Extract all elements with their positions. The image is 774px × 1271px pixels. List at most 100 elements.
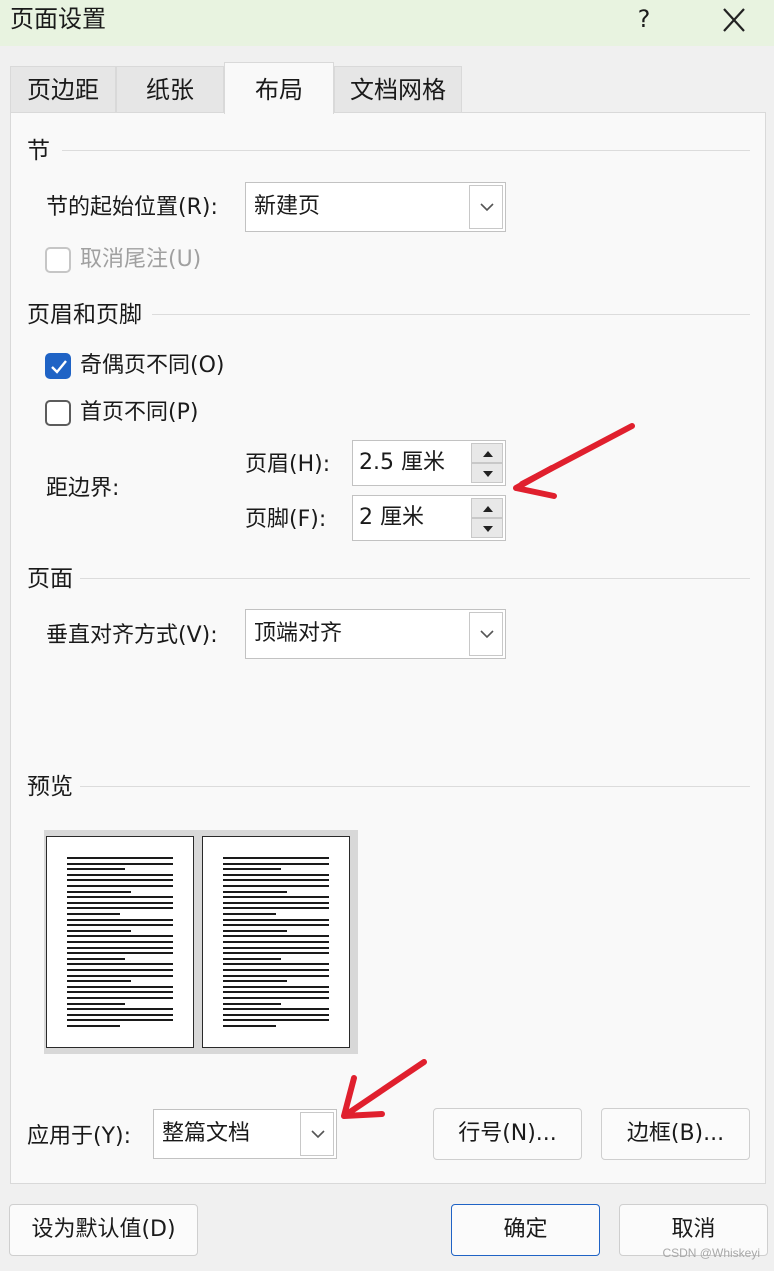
preview-text-line [67, 1025, 120, 1027]
preview-title: 预览 [27, 774, 73, 800]
vertical-align-select[interactable]: 顶端对齐 [245, 609, 506, 659]
preview-text-line [223, 868, 281, 871]
dropdown-button[interactable] [469, 185, 503, 229]
spin-up-button[interactable] [471, 443, 503, 463]
help-button[interactable]: ? [632, 4, 656, 34]
ok-button[interactable]: 确定 [451, 1204, 600, 1256]
preview-text-line [223, 924, 329, 927]
preview-text-line [223, 997, 329, 999]
preview-text-line [223, 885, 329, 887]
footer-distance-value: 2 厘米 [359, 505, 424, 530]
preview-text-line [223, 935, 329, 938]
section-title: 节 [27, 138, 50, 164]
vertical-align-label: 垂直对齐方式(V): [46, 623, 218, 648]
preview-text-line [223, 1002, 281, 1005]
suppress-endnotes-label: 取消尾注(U) [80, 247, 202, 272]
watermark: CSDN @Whiskeyi [662, 1246, 760, 1260]
preview-text-line [67, 868, 125, 871]
preview-text-line [223, 1025, 276, 1027]
preview-page-left [46, 836, 194, 1048]
section-start-value: 新建页 [254, 194, 321, 219]
preview-text-line [67, 941, 173, 943]
preview-text-line [223, 1013, 329, 1016]
line-numbers-button[interactable]: 行号(N)... [433, 1108, 582, 1160]
preview-text-line [67, 907, 173, 910]
preview-text-line [223, 907, 329, 910]
odd-even-checkbox[interactable] [45, 353, 71, 379]
preview-text-line [223, 985, 329, 988]
preview-text-line [67, 957, 125, 960]
preview-text-line [67, 974, 173, 977]
preview-text-line [223, 896, 329, 899]
preview-text-line [223, 1008, 329, 1011]
preview-text-line [67, 924, 173, 927]
window-title: 页面设置 [10, 5, 106, 33]
preview-text-line [223, 857, 329, 859]
preview-text-line [67, 879, 173, 882]
checkmark-icon [51, 360, 67, 374]
preview-text-line [223, 918, 329, 921]
chevron-down-icon [480, 203, 494, 212]
apply-to-value: 整篇文档 [162, 1121, 251, 1146]
preview-text-line [67, 929, 131, 932]
spin-up-button[interactable] [471, 498, 503, 518]
preview-text-line [223, 991, 329, 994]
close-icon [723, 8, 745, 32]
odd-even-label: 奇偶页不同(O) [80, 353, 225, 378]
set-default-button[interactable]: 设为默认值(D) [9, 1204, 198, 1256]
headers-footers-title: 页眉和页脚 [27, 302, 142, 328]
divider [80, 578, 750, 579]
preview-text-line [67, 1019, 173, 1022]
chevron-down-icon [480, 630, 494, 639]
preview-text-line [67, 952, 173, 955]
apply-to-select[interactable]: 整篇文档 [153, 1109, 337, 1159]
borders-button[interactable]: 边框(B)... [601, 1108, 750, 1160]
preview-text-line [67, 918, 173, 921]
section-start-label: 节的起始位置(R): [46, 195, 218, 220]
preview-text-line [67, 963, 173, 966]
section-start-select[interactable]: 新建页 [245, 182, 506, 232]
preview-text-line [67, 1008, 173, 1011]
preview-text-line [67, 1002, 125, 1005]
preview-text-line [67, 985, 173, 988]
tab-layout[interactable]: 布局 [224, 62, 334, 114]
preview-text-line [67, 1013, 173, 1016]
chevron-down-icon [311, 1130, 325, 1139]
preview-text-line [67, 946, 173, 949]
preview-text-line [67, 991, 173, 994]
tab-paper[interactable]: 纸张 [116, 66, 224, 112]
spin-down-button[interactable] [471, 518, 503, 538]
dropdown-button[interactable] [469, 612, 503, 656]
from-edge-label: 距边界: [46, 476, 120, 501]
preview-text-line [223, 862, 329, 865]
preview-text-line [223, 974, 329, 977]
divider [80, 786, 750, 787]
footer-distance-spinner[interactable]: 2 厘米 [352, 495, 506, 541]
preview-text-line [223, 890, 287, 893]
page-section-title: 页面 [27, 566, 73, 592]
title-bar [0, 0, 774, 46]
tab-document-grid[interactable]: 文档网格 [334, 66, 462, 112]
header-distance-spinner[interactable]: 2.5 厘米 [352, 440, 506, 486]
tab-margins[interactable]: 页边距 [10, 66, 116, 112]
preview-text-line [67, 857, 173, 859]
preview-text-line [67, 969, 173, 971]
first-page-checkbox[interactable] [45, 400, 71, 426]
preview-text-line [223, 873, 329, 876]
suppress-endnotes-checkbox[interactable] [45, 247, 71, 273]
preview-text-line [67, 901, 173, 904]
preview-text-line [223, 969, 329, 971]
preview-text-line [223, 946, 329, 949]
preview-text-line [67, 896, 173, 899]
first-page-label: 首页不同(P) [80, 400, 199, 425]
dropdown-button[interactable] [300, 1112, 334, 1156]
preview-text-line [223, 963, 329, 966]
preview-text-line [223, 941, 329, 943]
triangle-down-icon [483, 526, 493, 532]
preview-page-right [202, 836, 350, 1048]
close-button[interactable] [718, 5, 750, 35]
spin-down-button[interactable] [471, 463, 503, 483]
annotation-arrow-icon [513, 423, 635, 499]
divider [152, 314, 750, 315]
preview-text-line [67, 997, 173, 999]
